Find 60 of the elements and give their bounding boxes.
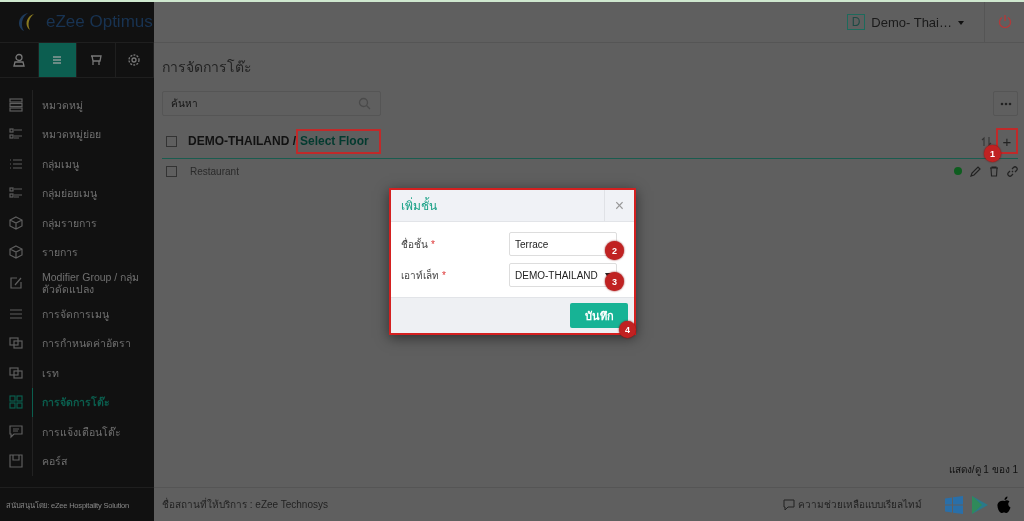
menu-tab[interactable] [38, 43, 77, 77]
sidebar-item[interactable]: กลุ่มเมนู [0, 149, 154, 179]
select-floor-link[interactable]: Select Floor [298, 130, 379, 152]
page-title: การจัดการโต๊ะ [162, 58, 253, 77]
pagination-info: แสดง/ดู 1 ของ 1 [947, 463, 1018, 478]
required-mark: * [442, 269, 446, 281]
save-button[interactable]: บันทึก [570, 303, 628, 328]
copy-icon [9, 365, 23, 380]
sidebar-item[interactable]: หมวดหมู่ [0, 90, 154, 120]
add-button[interactable]: + [998, 130, 1016, 152]
required-mark: * [431, 238, 435, 250]
field-label: ชื่อชั้น * [401, 236, 436, 252]
dialog-title: เพิ่มชั้น [400, 196, 438, 215]
sublist-icon [9, 127, 23, 142]
step-marker: 1 [984, 145, 1001, 162]
sidebar-item[interactable]: เรท [0, 358, 154, 388]
copy-icon [9, 336, 23, 351]
edit-icon[interactable] [970, 165, 981, 177]
box-icon [9, 215, 23, 230]
checkbox[interactable] [166, 165, 177, 177]
lines-icon [9, 306, 23, 321]
power-icon [996, 14, 1013, 30]
more-icon [999, 101, 1012, 106]
edit-icon [9, 276, 23, 291]
play-store-icon[interactable] [972, 495, 988, 514]
breadcrumb-root: DEMO-THAILAND / [188, 134, 296, 148]
chat-icon [783, 498, 795, 511]
checkbox[interactable] [166, 135, 177, 147]
field-label: เอาท์เล็ท * [401, 267, 447, 283]
link-icon[interactable] [1007, 165, 1018, 177]
sublist-icon [9, 186, 23, 201]
sidebar-item[interactable]: คอร์ส [0, 446, 154, 477]
save-icon [9, 454, 23, 469]
apple-icon[interactable] [997, 495, 1012, 514]
user-icon [11, 53, 26, 67]
sidebar-item[interactable]: รายการ [0, 237, 154, 267]
sort-icon [981, 135, 992, 147]
cart-icon [88, 53, 103, 67]
settings-icon [127, 53, 142, 67]
step-marker: 2 [605, 241, 624, 260]
list-icon [9, 156, 23, 171]
cards-icon [9, 97, 23, 112]
sidebar-item[interactable]: กลุ่มรายการ [0, 208, 154, 238]
search-field[interactable]: ค้นหา [162, 91, 381, 116]
sidebar-item[interactable]: การแจ้งเตือนโต๊ะ [0, 417, 154, 447]
property-dropdown[interactable]: D Demo- Thai… [826, 2, 984, 42]
close-button[interactable]: × [604, 190, 634, 221]
live-help-link[interactable]: ความช่วยเหลือแบบเรียลไทม์ [783, 497, 922, 512]
provider-text: ชื่อสถานที่ให้บริการ : eZee Technosys [162, 497, 328, 512]
sidebar-item[interactable]: กลุ่มย่อยเมนู [0, 178, 154, 208]
sidebar-item[interactable]: Modifier Group / กลุ่มตัวดัดแปลง [0, 267, 154, 300]
sidebar-item[interactable]: การจัดการโต๊ะ [0, 387, 154, 418]
delete-icon[interactable] [989, 165, 999, 177]
grid-icon [9, 395, 23, 410]
step-marker: 3 [605, 272, 624, 291]
sidebar-item[interactable]: การจัดการเมนู [0, 299, 154, 329]
sidebar-item[interactable]: การกำหนดค่าอัตรา [0, 328, 154, 359]
sidebar-item[interactable]: หมวดหมู่ย่อย [0, 119, 154, 149]
box-icon [9, 245, 23, 260]
chat-icon [9, 424, 23, 439]
